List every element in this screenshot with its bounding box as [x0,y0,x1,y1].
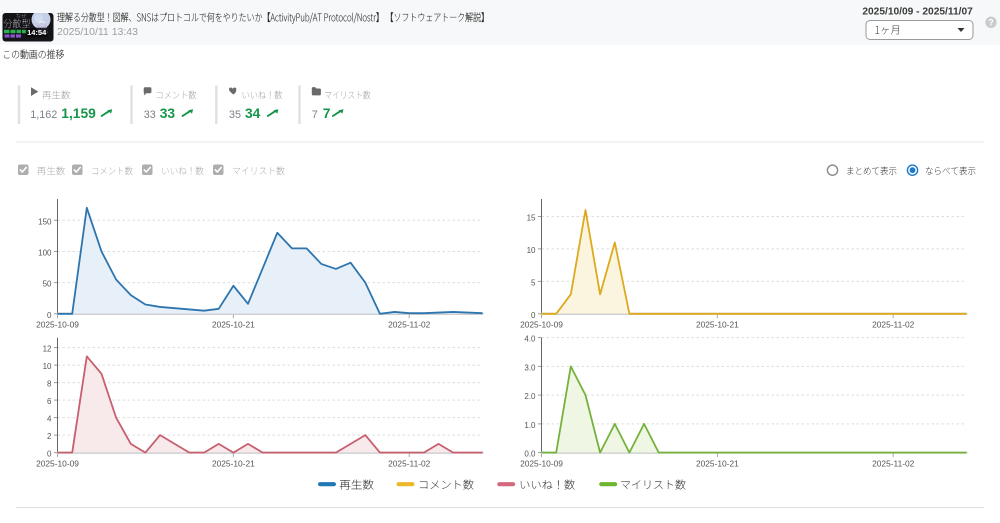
svg-text:2: 2 [47,432,52,441]
svg-text:2025-11-02: 2025-11-02 [872,320,915,330]
svg-text:4.0: 4.0 [524,335,536,344]
svg-text:2.0: 2.0 [524,392,536,401]
svg-text:5: 5 [531,278,536,287]
svg-text:2025-10-09: 2025-10-09 [36,320,79,330]
svg-text:35: 35 [229,109,241,121]
svg-text:4: 4 [47,415,52,424]
svg-text:15: 15 [527,213,536,222]
svg-text:14:54: 14:54 [27,28,47,37]
svg-text:6: 6 [47,397,52,406]
svg-text:0: 0 [47,450,52,459]
svg-text:2025/10/09 - 2025/11/07: 2025/10/09 - 2025/11/07 [862,7,973,18]
svg-text:0: 0 [531,311,536,320]
svg-text:33: 33 [160,106,176,121]
svg-text:34: 34 [245,106,261,121]
svg-text:2025/10/11 13:43: 2025/10/11 13:43 [57,26,138,38]
svg-text:2025-11-02: 2025-11-02 [872,458,915,468]
svg-text:3.0: 3.0 [524,363,536,372]
svg-text:2025-11-02: 2025-11-02 [388,320,431,330]
svg-text:2025-10-21: 2025-10-21 [212,320,255,330]
svg-text:2025-10-21: 2025-10-21 [696,458,739,468]
svg-text:2025-10-09: 2025-10-09 [520,320,563,330]
svg-text:1.0: 1.0 [524,421,536,430]
svg-text:7: 7 [323,106,331,121]
svg-text:50: 50 [43,280,52,289]
svg-text:100: 100 [38,248,52,257]
svg-text:2025-11-02: 2025-11-02 [388,458,431,468]
svg-text:2025-10-09: 2025-10-09 [520,458,563,468]
svg-text:1,159: 1,159 [61,106,96,121]
svg-text:10: 10 [527,246,536,255]
svg-text:2025-10-21: 2025-10-21 [696,320,739,330]
svg-text:2025-10-09: 2025-10-09 [36,458,79,468]
svg-text:?: ? [988,18,994,28]
svg-text:8: 8 [47,380,52,389]
svg-text:150: 150 [38,217,52,226]
svg-text:33: 33 [144,109,156,121]
svg-text:7: 7 [312,109,318,121]
svg-text:0.0: 0.0 [524,450,536,459]
svg-text:1,162: 1,162 [30,109,57,121]
svg-text:2025-10-21: 2025-10-21 [212,458,255,468]
svg-text:12: 12 [43,345,52,354]
svg-text:0: 0 [47,311,52,320]
svg-text:10: 10 [43,362,52,371]
